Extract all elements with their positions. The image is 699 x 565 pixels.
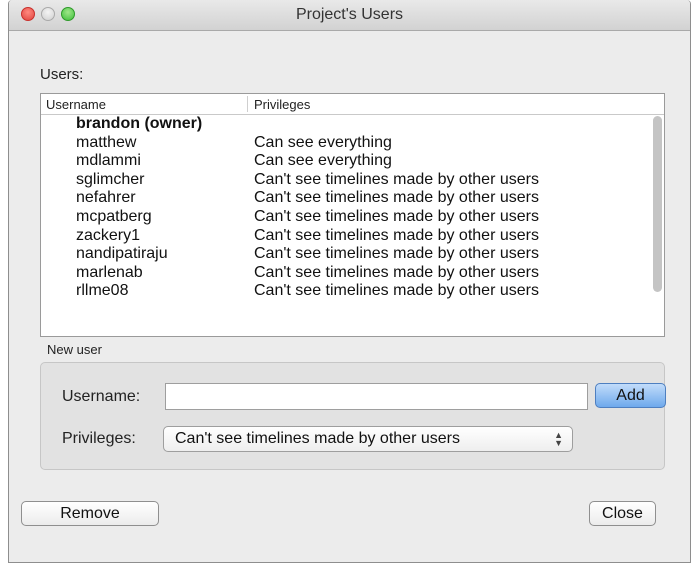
table-row[interactable]: nandipatiraju Can't see timelines made by… <box>41 245 648 264</box>
table-header: Username Privileges <box>41 94 664 115</box>
username-cell: rllme08 <box>76 282 129 300</box>
table-row[interactable]: rllme08 Can't see timelines made by other… <box>41 282 648 301</box>
close-button[interactable]: Close <box>589 501 656 526</box>
username-cell: brandon (owner) <box>76 115 203 132</box>
table-row[interactable]: zackery1 Can't see timelines made by othe… <box>41 227 648 246</box>
privileges-label: Privileges: <box>62 430 136 447</box>
privileges-cell: Can't see timelines made by other users <box>254 263 539 281</box>
scrollbar-thumb[interactable] <box>653 116 662 292</box>
column-divider <box>247 96 248 112</box>
privileges-cell: Can't see timelines made by other users <box>254 207 539 225</box>
username-cell: matthew <box>76 133 137 151</box>
vertical-scrollbar[interactable] <box>652 116 662 332</box>
privileges-cell: Can't see timelines made by other users <box>254 170 539 188</box>
remove-button[interactable]: Remove <box>21 501 159 526</box>
dialog-window: Project's Users Users: Username Privileg… <box>8 0 691 563</box>
window-title: Project's Users <box>295 6 404 23</box>
new-user-group: Username: Add Privileges: Can't see time… <box>40 362 666 470</box>
table-row[interactable]: brandon (owner) <box>41 115 648 134</box>
username-input[interactable] <box>165 383 588 410</box>
table-row[interactable]: marlenab Can't see timelines made by othe… <box>41 264 648 283</box>
table-row[interactable]: nefahrer Can't see timelines made by othe… <box>41 189 648 208</box>
up-down-arrows-icon: ▲ ▼ <box>554 430 563 448</box>
username-label: Username: <box>62 388 141 405</box>
username-cell: marlenab <box>76 263 143 281</box>
username-cell: nandipatiraju <box>76 245 168 263</box>
users-label: Users: <box>40 66 84 83</box>
privileges-cell: Can't see timelines made by other users <box>254 226 539 244</box>
username-cell: sglimcher <box>76 170 145 188</box>
new-user-group-label: New user <box>47 342 102 357</box>
privileges-cell: Can see everything <box>254 152 392 170</box>
privileges-cell: Can't see timelines made by other users <box>254 189 539 207</box>
column-header-username[interactable]: Username <box>46 97 106 112</box>
privileges-cell: Can't see timelines made by other users <box>254 282 539 300</box>
table-row[interactable]: sglimcher Can't see timelines made by oth… <box>41 171 648 190</box>
table-row[interactable]: mdlammi Can see everything <box>41 152 648 171</box>
table-row[interactable]: matthew Can see everything <box>41 134 648 153</box>
users-table[interactable]: Username Privileges brandon (owner) matth… <box>40 93 665 337</box>
username-cell: mcpatberg <box>76 207 152 225</box>
privileges-selected-value: Can't see timelines made by other users <box>175 430 460 447</box>
username-cell: zackery1 <box>76 226 141 244</box>
title-bar[interactable]: Project's Users <box>9 0 690 31</box>
table-row[interactable]: mcpatberg Can't see timelines made by oth… <box>41 208 648 227</box>
privileges-cell: Can see everything <box>254 133 392 151</box>
table-body: brandon (owner) matthew Can see everything… <box>41 115 648 336</box>
username-cell: mdlammi <box>76 152 141 170</box>
column-header-privileges[interactable]: Privileges <box>254 97 310 112</box>
privileges-select[interactable]: Can't see timelines made by other users … <box>163 426 573 452</box>
privileges-cell: Can't see timelines made by other users <box>254 245 539 263</box>
add-button[interactable]: Add <box>595 383 666 408</box>
username-cell: nefahrer <box>76 189 136 207</box>
